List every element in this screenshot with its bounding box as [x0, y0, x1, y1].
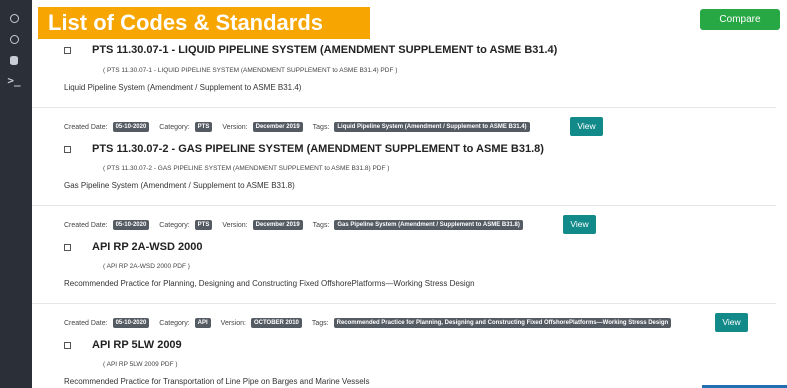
pdf-link[interactable]: ( API RP 5LW 2009 PDF )	[103, 361, 178, 368]
entry-title[interactable]: PTS 11.30.07-1 - LIQUID PIPELINE SYSTEM …	[92, 44, 557, 56]
database-icon[interactable]	[8, 54, 20, 66]
view-button[interactable]: View	[715, 313, 748, 332]
pdf-link[interactable]: ( PTS 11.30.07-2 - GAS PIPELINE SYSTEM (…	[103, 165, 389, 172]
compare-button[interactable]: Compare	[700, 9, 780, 30]
entry-description: Recommended Practice for Planning, Desig…	[64, 279, 475, 288]
view-button[interactable]: View	[563, 215, 596, 234]
created-date-label: Created Date:	[64, 123, 108, 131]
sidebar: >_	[0, 0, 32, 388]
version-label: Version:	[222, 123, 248, 131]
tag-badge: Gas Pipeline System (Amendment / Supplem…	[334, 220, 523, 230]
entry-meta: Created Date: 05-10-2020 Category: PTS V…	[64, 121, 540, 133]
entry-title[interactable]: API RP 5LW 2009	[92, 339, 182, 351]
created-date-badge: 05-10-2020	[112, 122, 150, 132]
tags-label: Tags:	[311, 319, 329, 327]
version-label: Version:	[222, 221, 248, 229]
main-content: List of Codes & Standards Compare PTS 11…	[32, 0, 787, 388]
view-button[interactable]: View	[570, 117, 603, 136]
select-checkbox[interactable]	[64, 146, 71, 153]
entry-meta: Created Date: 05-10-2020 Category: API V…	[64, 317, 681, 329]
entry-description: Liquid Pipeline System (Amendment / Supp…	[64, 83, 302, 92]
created-date-badge: 05-10-2020	[112, 220, 150, 230]
circle-icon[interactable]	[8, 12, 20, 24]
category-label: Category:	[159, 123, 190, 131]
created-date-label: Created Date:	[64, 221, 108, 229]
category-label: Category:	[159, 221, 190, 229]
category-badge: PTS	[194, 220, 213, 230]
circle-icon[interactable]	[8, 33, 20, 45]
entry-meta: Created Date: 05-10-2020 Category: PTS V…	[64, 219, 533, 231]
select-checkbox[interactable]	[64, 342, 71, 349]
divider	[32, 205, 776, 206]
tags-label: Tags:	[312, 221, 330, 229]
divider	[32, 303, 776, 304]
category-badge: PTS	[194, 122, 213, 132]
created-date-badge: 05-10-2020	[112, 318, 150, 328]
entry-title[interactable]: API RP 2A-WSD 2000	[92, 241, 202, 253]
version-badge: December 2019	[252, 122, 303, 132]
select-checkbox[interactable]	[64, 47, 71, 54]
entry-description: Recommended Practice for Transportation …	[64, 377, 370, 386]
version-badge: OCTOBER 2010	[250, 318, 302, 328]
select-checkbox[interactable]	[64, 244, 71, 251]
terminal-icon[interactable]: >_	[7, 75, 20, 87]
entry-description: Gas Pipeline System (Amendment / Supplem…	[64, 181, 295, 190]
version-label: Version:	[220, 319, 246, 327]
category-badge: API	[194, 318, 211, 328]
pdf-link[interactable]: ( PTS 11.30.07-1 - LIQUID PIPELINE SYSTE…	[103, 67, 397, 74]
pdf-link[interactable]: ( API RP 2A-WSD 2000 PDF )	[103, 263, 190, 270]
created-date-label: Created Date:	[64, 319, 108, 327]
tags-label: Tags:	[312, 123, 330, 131]
tag-badge: Liquid Pipeline System (Amendment / Supp…	[334, 122, 530, 132]
tag-badge: Recommended Practice for Planning, Desig…	[333, 318, 672, 328]
page-title: List of Codes & Standards	[38, 7, 370, 39]
entry-title[interactable]: PTS 11.30.07-2 - GAS PIPELINE SYSTEM (AM…	[92, 143, 544, 155]
divider	[32, 107, 776, 108]
version-badge: December 2019	[252, 220, 303, 230]
category-label: Category:	[159, 319, 190, 327]
